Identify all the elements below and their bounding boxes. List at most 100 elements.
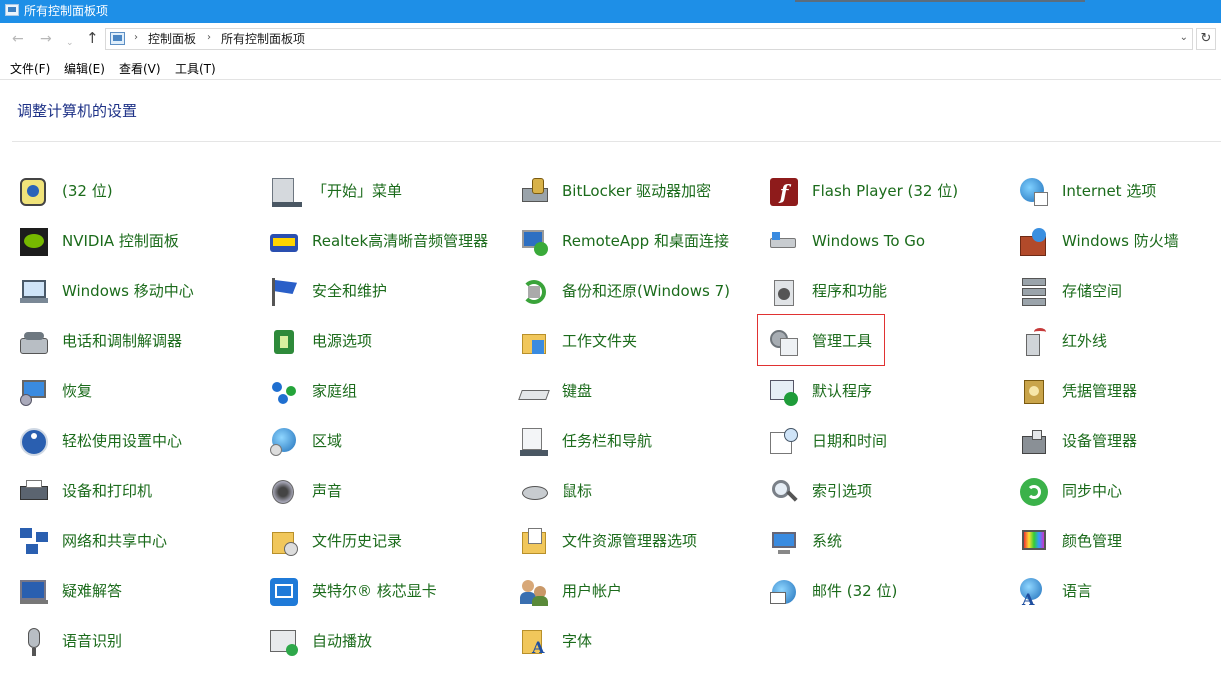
control-panel-item-label[interactable]: 电话和调制解调器 (62, 331, 182, 351)
control-panel-item[interactable]: Windows 防火墙 (1000, 216, 1221, 266)
control-panel-item[interactable]: 安全和维护 (250, 266, 490, 316)
control-panel-item-label[interactable]: 存储空间 (1062, 281, 1122, 301)
address-bar[interactable]: › 控制面板 › 所有控制面板项 ⌄ (105, 28, 1193, 50)
control-panel-item-label[interactable]: 英特尔® 核芯显卡 (312, 581, 437, 601)
control-panel-item[interactable]: 电源选项 (250, 316, 490, 366)
control-panel-item[interactable]: RemoteApp 和桌面连接 (500, 216, 740, 266)
control-panel-item-label[interactable]: 恢复 (62, 381, 92, 401)
refresh-button[interactable]: ↻ (1196, 28, 1216, 50)
control-panel-item-label[interactable]: BitLocker 驱动器加密 (562, 181, 711, 201)
control-panel-item-label[interactable]: 语音识别 (62, 631, 122, 651)
control-panel-item[interactable]: 恢复 (0, 366, 240, 416)
control-panel-item[interactable]: 语音识别 (0, 616, 240, 666)
control-panel-item[interactable]: 设备和打印机 (0, 466, 240, 516)
control-panel-item-label[interactable]: Internet 选项 (1062, 181, 1156, 201)
control-panel-item-label[interactable]: Windows 移动中心 (62, 281, 194, 301)
control-panel-item[interactable]: 疑难解答 (0, 566, 240, 616)
control-panel-item-label[interactable]: 声音 (312, 481, 342, 501)
control-panel-item[interactable]: 红外线 (1000, 316, 1221, 366)
control-panel-item-label[interactable]: Flash Player (32 位) (812, 181, 958, 201)
control-panel-item-label[interactable]: 同步中心 (1062, 481, 1122, 501)
control-panel-item-label[interactable]: 邮件 (32 位) (812, 581, 897, 601)
control-panel-item[interactable]: 英特尔® 核芯显卡 (250, 566, 490, 616)
control-panel-item-label[interactable]: 语言 (1062, 581, 1092, 601)
control-panel-item[interactable]: 系统 (750, 516, 990, 566)
control-panel-item[interactable]: 任务栏和导航 (500, 416, 740, 466)
control-panel-item-label[interactable]: 区域 (312, 431, 342, 451)
control-panel-item-label[interactable]: 备份和还原(Windows 7) (562, 281, 730, 301)
forward-button[interactable]: → (40, 31, 52, 47)
control-panel-item-label[interactable]: 任务栏和导航 (562, 431, 652, 451)
control-panel-item[interactable]: 邮件 (32 位) (750, 566, 990, 616)
control-panel-item-label[interactable]: 默认程序 (812, 381, 872, 401)
control-panel-item[interactable]: BitLocker 驱动器加密 (500, 166, 740, 216)
control-panel-item[interactable]: 鼠标 (500, 466, 740, 516)
control-panel-item-label[interactable]: 「开始」菜单 (312, 181, 402, 201)
control-panel-item[interactable]: 自动播放 (250, 616, 490, 666)
up-button[interactable]: ↑ (86, 30, 99, 46)
control-panel-item[interactable]: 备份和还原(Windows 7) (500, 266, 740, 316)
control-panel-item-label[interactable]: 鼠标 (562, 481, 592, 501)
control-panel-item-label[interactable]: 自动播放 (312, 631, 372, 651)
control-panel-item[interactable]: 设备管理器 (1000, 416, 1221, 466)
breadcrumb-all-items[interactable]: 所有控制面板项 (221, 31, 305, 47)
control-panel-item-label[interactable]: 用户帐户 (562, 581, 622, 601)
control-panel-item[interactable]: A 语言 (1000, 566, 1221, 616)
control-panel-item-label[interactable]: NVIDIA 控制面板 (62, 231, 179, 251)
control-panel-item[interactable]: 键盘 (500, 366, 740, 416)
control-panel-item-label[interactable]: 文件资源管理器选项 (562, 531, 697, 551)
control-panel-item-label[interactable]: 设备管理器 (1062, 431, 1137, 451)
control-panel-item-label[interactable]: 轻松使用设置中心 (62, 431, 182, 451)
breadcrumb-control-panel[interactable]: 控制面板 (148, 31, 196, 47)
control-panel-item-label[interactable]: 键盘 (562, 381, 592, 401)
control-panel-item-label[interactable]: 字体 (562, 631, 592, 651)
control-panel-item[interactable]: 程序和功能 (750, 266, 990, 316)
control-panel-item[interactable]: 文件资源管理器选项 (500, 516, 740, 566)
control-panel-item-label[interactable]: Windows 防火墙 (1062, 231, 1179, 251)
recent-locations-button[interactable]: ⌄ (66, 35, 74, 51)
control-panel-item[interactable]: Windows To Go (750, 216, 990, 266)
control-panel-item-label[interactable]: 程序和功能 (812, 281, 887, 301)
control-panel-item[interactable]: 工作文件夹 (500, 316, 740, 366)
control-panel-item-label[interactable]: 网络和共享中心 (62, 531, 167, 551)
control-panel-item-label[interactable]: 家庭组 (312, 381, 357, 401)
control-panel-item[interactable]: 同步中心 (1000, 466, 1221, 516)
control-panel-item-label[interactable]: Realtek高清晰音频管理器 (312, 231, 488, 251)
control-panel-item-label[interactable]: 系统 (812, 531, 842, 551)
control-panel-item[interactable]: 索引选项 (750, 466, 990, 516)
control-panel-item-label[interactable]: 凭据管理器 (1062, 381, 1137, 401)
back-button[interactable]: ← (12, 31, 24, 47)
menu-tools[interactable]: 工具(T) (175, 62, 216, 76)
control-panel-item[interactable]: 文件历史记录 (250, 516, 490, 566)
control-panel-item[interactable]: NVIDIA 控制面板 (0, 216, 240, 266)
control-panel-item[interactable]: 日期和时间 (750, 416, 990, 466)
control-panel-item-label[interactable]: 文件历史记录 (312, 531, 402, 551)
control-panel-item[interactable]: 轻松使用设置中心 (0, 416, 240, 466)
control-panel-item[interactable]: 用户帐户 (500, 566, 740, 616)
control-panel-item-label[interactable]: 红外线 (1062, 331, 1107, 351)
control-panel-item-label[interactable]: (32 位) (62, 181, 113, 201)
control-panel-item[interactable]: 声音 (250, 466, 490, 516)
control-panel-item-label[interactable]: Windows To Go (812, 231, 925, 251)
control-panel-item[interactable]: A 字体 (500, 616, 740, 666)
menu-view[interactable]: 查看(V) (119, 62, 161, 76)
control-panel-item-label[interactable]: 疑难解答 (62, 581, 122, 601)
control-panel-item[interactable]: 凭据管理器 (1000, 366, 1221, 416)
control-panel-item[interactable]: 区域 (250, 416, 490, 466)
control-panel-item[interactable]: 网络和共享中心 (0, 516, 240, 566)
control-panel-item[interactable]: 存储空间 (1000, 266, 1221, 316)
control-panel-item[interactable]: 默认程序 (750, 366, 990, 416)
control-panel-item-label[interactable]: 索引选项 (812, 481, 872, 501)
control-panel-item[interactable]: 电话和调制解调器 (0, 316, 240, 366)
control-panel-item[interactable]: Realtek高清晰音频管理器 (250, 216, 490, 266)
control-panel-item[interactable]: 颜色管理 (1000, 516, 1221, 566)
control-panel-item-label[interactable]: RemoteApp 和桌面连接 (562, 231, 729, 251)
control-panel-item[interactable]: Windows 移动中心 (0, 266, 240, 316)
control-panel-item[interactable]: (32 位) (0, 166, 240, 216)
control-panel-item-label[interactable]: 电源选项 (312, 331, 372, 351)
control-panel-item-label[interactable]: 日期和时间 (812, 431, 887, 451)
control-panel-item-label[interactable]: 颜色管理 (1062, 531, 1122, 551)
breadcrumb-separator-icon[interactable]: › (134, 32, 138, 43)
control-panel-item[interactable]: f Flash Player (32 位) (750, 166, 990, 216)
control-panel-item[interactable]: Internet 选项 (1000, 166, 1221, 216)
